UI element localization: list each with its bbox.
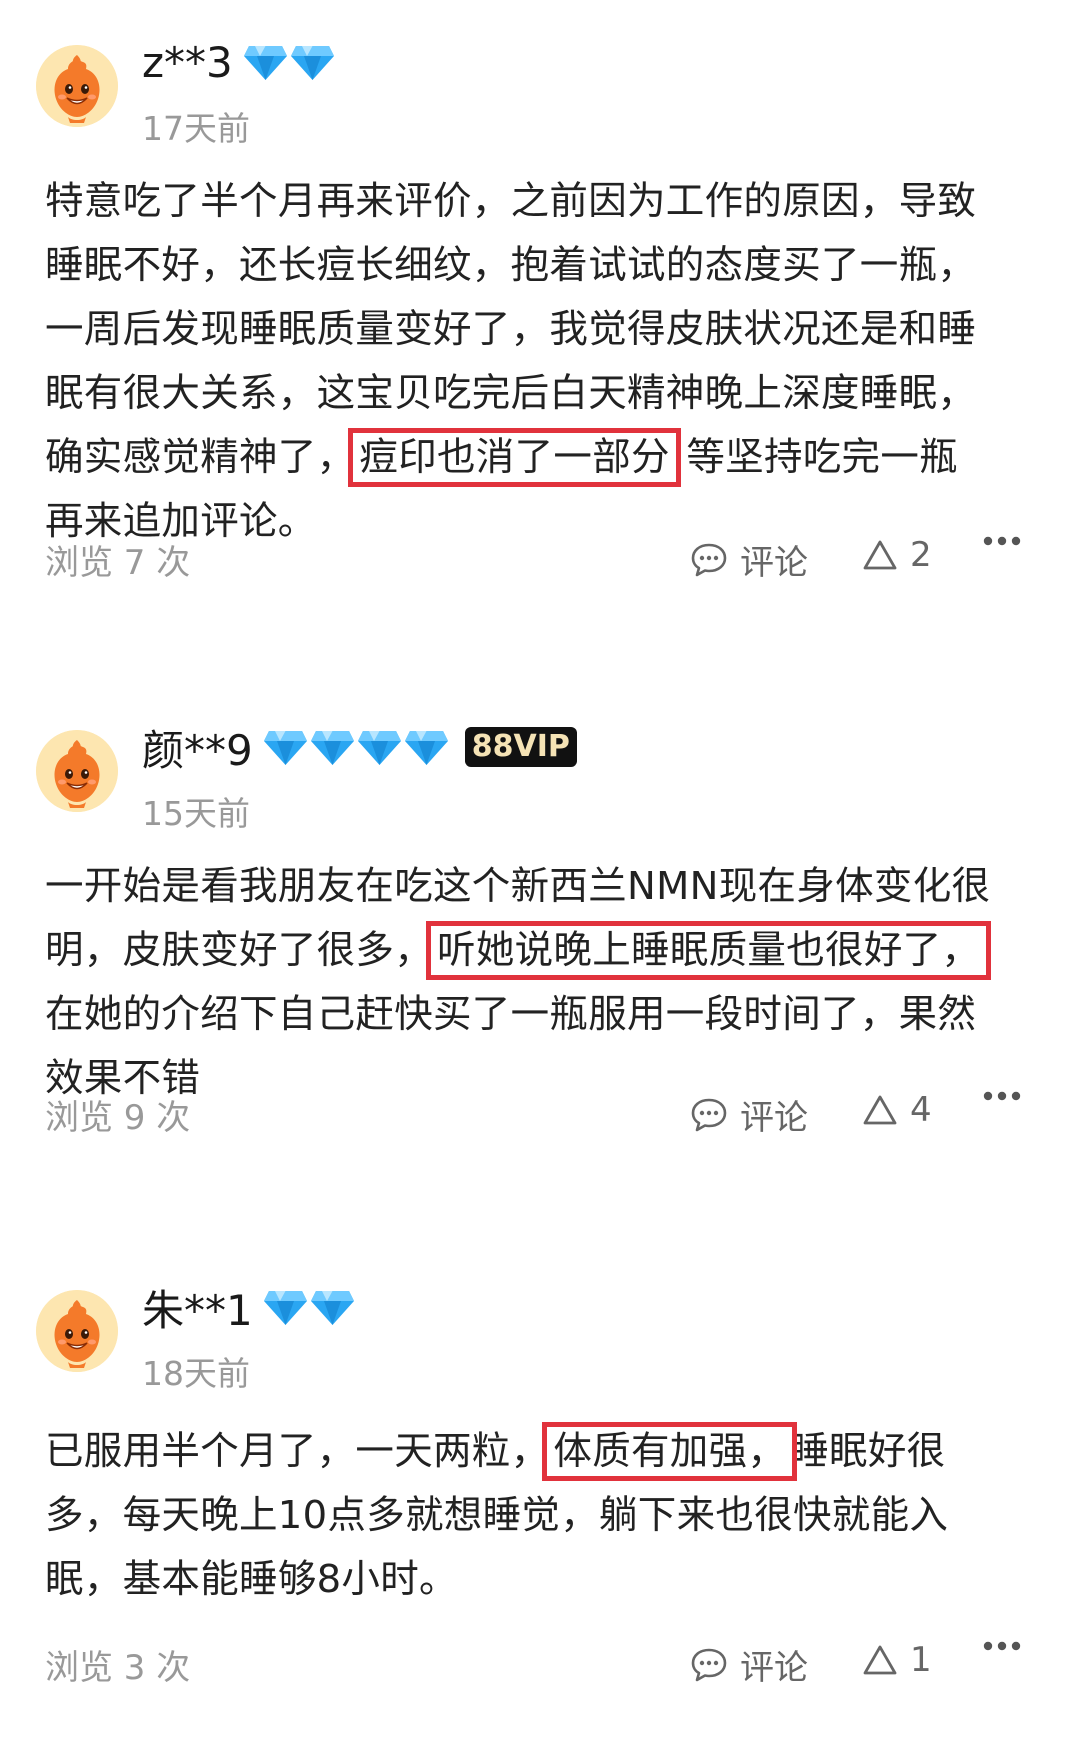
highlighted-text: 痘印也消了一部分 [348,428,681,487]
review-time: 17天前 [142,109,250,148]
like-count: 4 [910,1090,932,1130]
content-text: 睡眠不好，还长痘长细纹，抱着试试的态度买了一瓶， [45,243,977,288]
vip-badge: 88VIP [464,727,577,767]
more-button[interactable] [982,1640,1022,1652]
content-text: 睡眠好很 [790,1429,946,1474]
like-count: 2 [910,535,932,575]
view-count: 浏览 3 次 [45,1648,191,1688]
like-count: 1 [910,1640,932,1680]
highlighted-text: 体质有加强， [542,1422,798,1481]
content-line: 一周后发现睡眠质量变好了，我觉得皮肤状况还是和睡 [45,298,1035,362]
username[interactable]: 朱**1 [142,1277,253,1338]
comment-bubble-icon [690,1647,728,1683]
diamond-icon [310,727,355,767]
review-content: 特意吃了半个月再来评价，之前因为工作的原因，导致 睡眠不好，还长痘长细纹，抱着试试… [45,170,1035,554]
more-button[interactable] [982,535,1022,547]
like-triangle-icon [862,538,898,572]
comment-label: 评论 [740,543,808,583]
comment-bubble-icon [690,542,728,578]
comment-button[interactable]: 评论 [690,1640,808,1689]
diamond-icon [263,1287,308,1327]
like-triangle-icon [862,1093,898,1127]
content-text: 眠，基本能睡够8小时。 [45,1557,458,1602]
review-footer: 浏览 9 次 评论 4 [0,1090,1080,1140]
content-text: 明，皮肤变好了很多， [45,928,434,973]
diamond-icon [243,42,288,82]
diamond-icon [404,727,449,767]
view-count: 浏览 9 次 [45,1098,191,1138]
like-button[interactable]: 2 [862,535,932,575]
content-text: 特意吃了半个月再来评价，之前因为工作的原因，导致 [45,179,977,224]
review-content: 已服用半个月了，一天两粒， 体质有加强， 睡眠好很多，每天晚上10点多就想睡觉，躺下… [45,1420,1035,1612]
more-dots-icon [982,1090,1022,1102]
view-count: 浏览 7 次 [45,543,191,583]
diamond-level [263,1287,355,1327]
taobao-mascot-icon [36,1290,118,1372]
content-text: 一周后发现睡眠质量变好了，我觉得皮肤状况还是和睡 [45,307,977,352]
content-line: 多，每天晚上10点多就想睡觉，躺下来也很快就能入 [45,1484,1035,1548]
avatar[interactable] [36,45,118,127]
content-text: 眠有很大关系，这宝贝吃完后白天精神晚上深度睡眠， [45,371,977,416]
content-line: 在她的介绍下自己赶快买了一瓶服用一段时间了，果然 [45,983,1035,1047]
content-text: 多，每天晚上10点多就想睡觉，躺下来也很快就能入 [45,1493,949,1538]
diamond-icon [263,727,308,767]
diamond-level [263,727,449,767]
comment-bubble-icon [690,1097,728,1133]
comment-label: 评论 [740,1098,808,1138]
content-text: 已服用半个月了，一天两粒， [45,1429,550,1474]
review-footer: 浏览 7 次 评论 2 [0,535,1080,585]
comment-button[interactable]: 评论 [690,535,808,584]
user-header: z**3 [142,32,335,92]
content-line: 已服用半个月了，一天两粒， 体质有加强， 睡眠好很 [45,1420,1035,1484]
avatar[interactable] [36,730,118,812]
comment-label: 评论 [740,1648,808,1688]
content-line: 一开始是看我朋友在吃这个新西兰NMN现在身体变化很 [45,855,1035,919]
more-dots-icon [982,535,1022,547]
taobao-mascot-icon [36,45,118,127]
review-time: 15天前 [142,794,250,833]
like-button[interactable]: 1 [862,1640,932,1680]
content-line: 眠，基本能睡够8小时。 [45,1548,1035,1612]
diamond-icon [290,42,335,82]
like-triangle-icon [862,1643,898,1677]
taobao-mascot-icon [36,730,118,812]
username[interactable]: z**3 [142,38,233,87]
highlighted-text: 听她说晚上睡眠质量也很好了， [426,921,992,980]
more-dots-icon [982,1640,1022,1652]
diamond-icon [310,1287,355,1327]
content-text: 一开始是看我朋友在吃这个新西兰NMN现在身体变化很 [45,864,991,909]
like-button[interactable]: 4 [862,1090,932,1130]
review-content: 一开始是看我朋友在吃这个新西兰NMN现在身体变化很 明，皮肤变好了很多， 听她说晚上… [45,855,1035,1111]
content-line: 眠有很大关系，这宝贝吃完后白天精神晚上深度睡眠， [45,362,1035,426]
user-header: 朱**1 [142,1277,355,1337]
content-text: 在她的介绍下自己赶快买了一瓶服用一段时间了，果然 [45,992,977,1037]
content-text: 确实感觉精神了， [45,435,356,480]
avatar[interactable] [36,1290,118,1372]
content-line: 确实感觉精神了， 痘印也消了一部分 等坚持吃完一瓶 [45,426,1035,490]
content-line: 明，皮肤变好了很多， 听她说晚上睡眠质量也很好了， [45,919,1035,983]
user-header: 颜**9 88VIP [142,717,577,777]
username[interactable]: 颜**9 [142,717,253,778]
content-line: 特意吃了半个月再来评价，之前因为工作的原因，导致 [45,170,1035,234]
review-time: 18天前 [142,1354,250,1393]
diamond-level [243,42,335,82]
review-footer: 浏览 3 次 评论 1 [0,1640,1080,1690]
diamond-icon [357,727,402,767]
comment-button[interactable]: 评论 [690,1090,808,1139]
content-text: 等坚持吃完一瓶 [673,435,958,480]
more-button[interactable] [982,1090,1022,1102]
content-line: 睡眠不好，还长痘长细纹，抱着试试的态度买了一瓶， [45,234,1035,298]
